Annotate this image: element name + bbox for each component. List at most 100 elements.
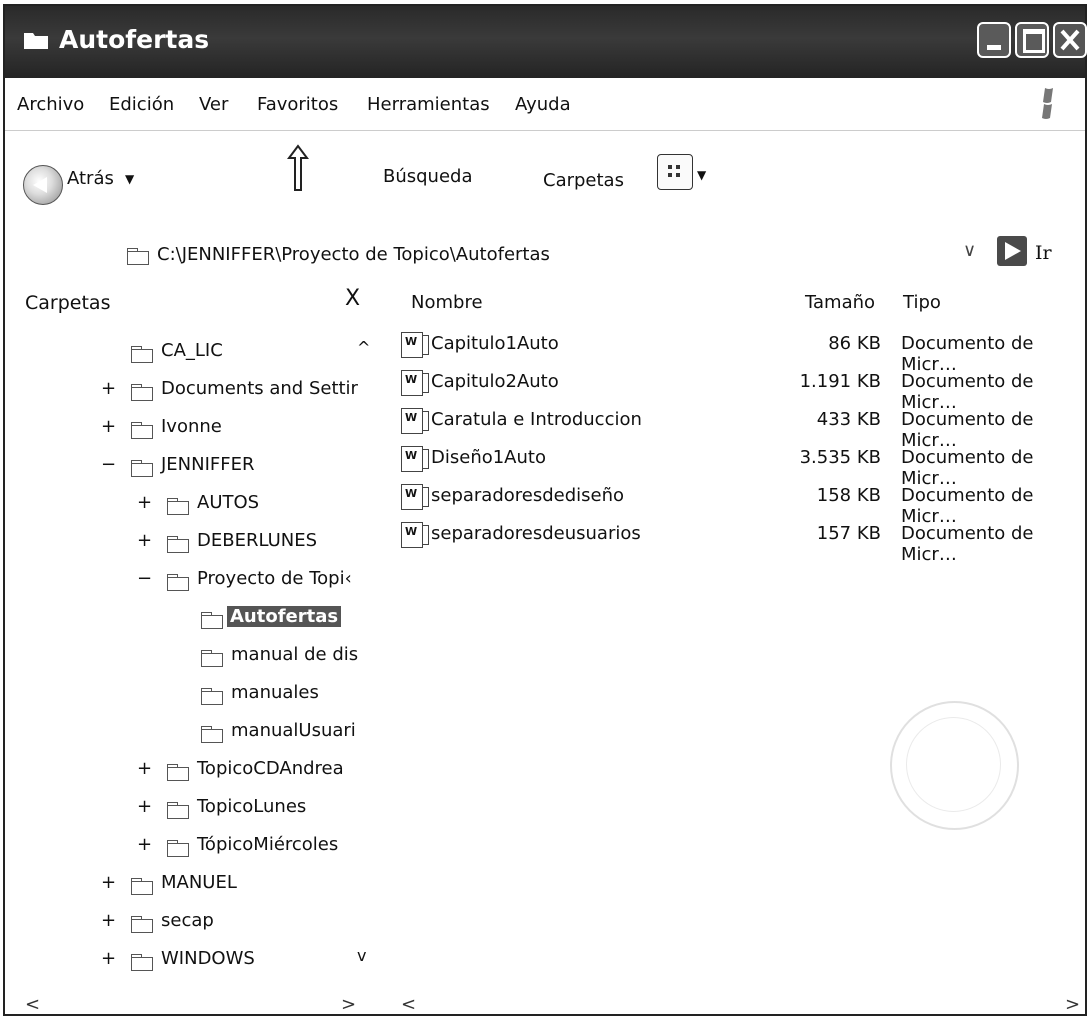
folder-icon [131,954,153,971]
file-name: Capitulo1Auto [431,333,559,354]
menu-edicion[interactable]: Edición [109,94,174,115]
list-scroll-left-icon[interactable]: < [401,994,416,1015]
file-row[interactable]: Caratula e Introduccion 433 KB Documento… [401,408,1091,451]
folders-button[interactable]: Carpetas [543,170,624,191]
file-row[interactable]: separadoresdeusuarios 157 KB Documento d… [401,522,1091,565]
file-size: 157 KB [816,523,881,544]
back-dropdown-icon[interactable]: ▼ [125,172,134,186]
folder-icon [131,916,153,933]
folder-icon [167,498,189,515]
folder-icon [167,840,189,857]
file-row[interactable]: Diseño1Auto 3.535 KB Documento de Micr… [401,446,1091,489]
tree-item-label: Autofertas [227,606,342,627]
word-document-icon [401,522,429,548]
back-button[interactable]: Atrás [67,168,114,189]
column-header-size[interactable]: Tamaño [805,292,875,313]
tree-toggle[interactable]: − [137,568,152,589]
address-dropdown-icon[interactable]: ∨ [963,240,976,261]
tree-toggle[interactable]: + [101,872,116,893]
folder-icon [201,688,223,705]
folder-icon [201,650,223,667]
tree-toggle[interactable]: + [101,948,116,969]
tree-item-label: DEBERLUNES [197,530,318,551]
title-bar[interactable]: Autofertas [5,6,1087,78]
file-type: Documento de Micr… [901,523,1034,565]
maximize-button[interactable] [1015,22,1049,58]
tree-item-label: TopicoLunes [197,796,307,817]
file-size: 3.535 KB [799,447,881,468]
file-row[interactable]: separadoresdediseño 158 KB Documento de … [401,484,1091,527]
file-name: separadoresdediseño [431,485,625,506]
tree-toggle[interactable]: + [137,492,152,513]
menu-archivo[interactable]: Archivo [17,94,84,115]
tree-item-label: AUTOS [197,492,260,513]
folder-icon [131,346,153,363]
tree-item-label: JENNIFFER [161,454,255,475]
tree-item-label: Documents and Settir [161,378,358,399]
up-folder-icon[interactable] [287,144,309,192]
folder-icon [131,384,153,401]
scroll-down-icon[interactable]: v [357,946,366,965]
file-size: 86 KB [828,333,881,354]
menu-herramientas[interactable]: Herramientas [367,94,490,115]
menu-favoritos[interactable]: Favoritos [257,94,338,115]
word-document-icon [401,484,429,510]
tree-item-label: manuales [231,682,319,703]
folder-icon [131,878,153,895]
file-size: 158 KB [816,485,881,506]
file-row[interactable]: Capitulo1Auto 86 KB Documento de Micr… [401,332,1091,375]
close-button[interactable] [1053,22,1087,58]
tree-toggle[interactable]: + [137,834,152,855]
folders-pane-close-button[interactable]: X [345,286,360,311]
tree-item-label: WINDOWS [161,948,255,969]
tree-toggle[interactable]: + [101,416,116,437]
tree-item-label: TopicoCDAndrea [197,758,344,779]
folder-icon [131,422,153,439]
close-icon [1060,29,1080,51]
folder-icon [167,764,189,781]
tree-item-label: Proyecto de Topi‹ [197,568,352,589]
tree-item-label: secap [161,910,214,931]
window-title: Autofertas [59,25,210,54]
file-name: Diseño1Auto [431,447,546,468]
file-row[interactable]: Capitulo2Auto 1.191 KB Documento de Micr… [401,370,1091,413]
tree-toggle[interactable]: + [101,378,116,399]
tree-toggle[interactable]: − [101,454,116,475]
go-button[interactable]: Ir [1035,242,1052,264]
address-path[interactable]: C:\JENNIFFER\Proyecto de Topico\Autofert… [157,244,550,265]
watermark-stamp [890,701,1019,830]
file-name: Capitulo2Auto [431,371,559,392]
folder-icon [167,536,189,553]
tree-toggle[interactable]: + [101,910,116,931]
column-header-name[interactable]: Nombre [411,292,483,313]
file-name: separadoresdeusuarios [431,523,641,544]
search-button[interactable]: Búsqueda [383,166,473,187]
go-arrow-icon[interactable] [997,236,1027,266]
tree-item-label: MANUEL [161,872,237,893]
column-header-type[interactable]: Tipo [903,292,941,313]
word-document-icon [401,370,429,396]
scroll-up-icon[interactable]: ^ [357,338,370,357]
folder-icon [24,33,48,49]
list-scroll-right-icon[interactable]: > [1065,994,1080,1015]
views-button[interactable] [657,154,693,190]
menu-bar: Archivo Edición Ver Favoritos Herramient… [5,78,1085,131]
menu-ayuda[interactable]: Ayuda [515,94,571,115]
word-document-icon [401,332,429,358]
menu-ver[interactable]: Ver [199,94,228,115]
minimize-button[interactable] [977,22,1011,58]
tree-item-label: manualUsuari [231,720,356,741]
back-arrow-icon[interactable] [23,165,63,205]
file-size: 1.191 KB [799,371,881,392]
tree-toggle[interactable]: + [137,758,152,779]
tree-toggle[interactable]: + [137,530,152,551]
scroll-left-icon[interactable]: < [25,994,40,1015]
scroll-right-icon[interactable]: > [341,994,356,1015]
word-document-icon [401,446,429,472]
folder-icon [131,460,153,477]
folder-icon [201,726,223,743]
folder-icon [167,802,189,819]
views-dropdown-icon[interactable]: ▼ [697,168,706,182]
tree-toggle[interactable]: + [137,796,152,817]
folders-pane-title: Carpetas [25,292,111,314]
